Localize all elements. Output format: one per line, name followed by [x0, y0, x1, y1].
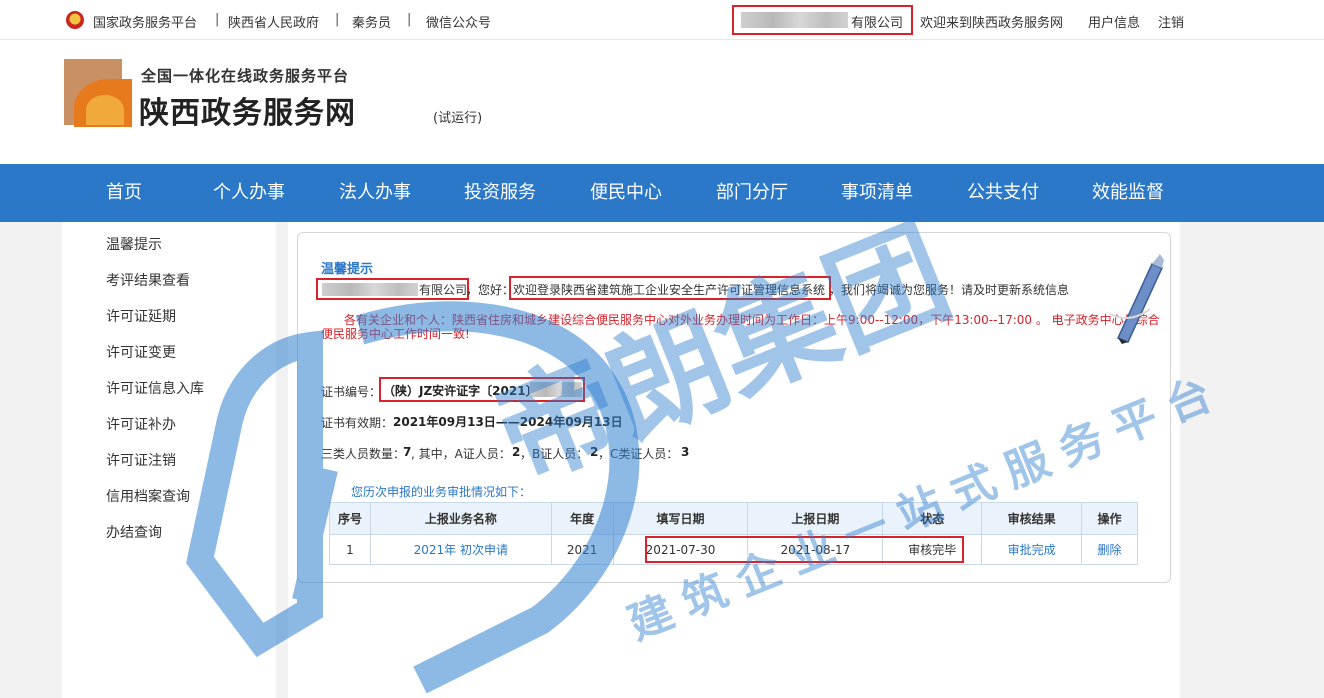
site-header: 全国一体化在线政务服务平台 陕西政务服务网 (试运行): [0, 40, 1324, 164]
company-suffix: 有限公司: [851, 16, 904, 31]
validity-label: 证书有效期：: [321, 416, 394, 430]
col-header-result: 审核结果: [981, 502, 1083, 535]
welcome-system-text: 欢迎登录陕西省建筑施工企业安全生产许可证管理信息系统: [513, 283, 826, 297]
nav-convenience[interactable]: 便民中心: [590, 164, 662, 222]
separator: |: [335, 12, 340, 27]
nav-home[interactable]: 首页: [106, 164, 142, 222]
col-header-no: 序号: [329, 502, 371, 535]
col-header-status: 状态: [882, 502, 983, 535]
greeting-tail: ，我们将竭诚为您服务！请及时更新系统信息: [829, 283, 1070, 297]
dates-status-highlight-box: [645, 536, 964, 563]
col-header-report-date: 上报日期: [747, 502, 884, 535]
sidebar-item-credit[interactable]: 信用档案查询: [106, 486, 190, 506]
col-header-fill-date: 填写日期: [612, 502, 749, 535]
history-title: 您历次申报的业务审批情况如下：: [351, 485, 532, 499]
sidebar-item-change[interactable]: 许可证变更: [106, 342, 176, 362]
company-suffix: 有限公司: [419, 283, 468, 297]
cell-result-link[interactable]: 审批完成: [981, 534, 1083, 565]
sidebar-item-completed[interactable]: 办结查询: [106, 522, 162, 542]
col-header-name: 上报业务名称: [369, 502, 552, 535]
qinwuyuan-link[interactable]: 秦务员: [352, 12, 391, 31]
provincial-gov-link[interactable]: 陕西省人民政府: [228, 12, 319, 31]
sidebar-item-extension[interactable]: 许可证延期: [106, 306, 176, 326]
sidebar-item-info-entry[interactable]: 许可证信息入库: [106, 378, 204, 398]
staff-label: 三类人员数量：: [321, 447, 406, 461]
sidebar-item-reissue[interactable]: 许可证补办: [106, 414, 176, 434]
redacted-company-name: [322, 283, 418, 296]
staff-c-count: 3: [681, 445, 690, 459]
site-subtitle: 全国一体化在线政务服务平台: [141, 67, 350, 85]
col-header-action: 操作: [1081, 502, 1138, 535]
cert-no-value: （陕）JZ安许证字〔2021〕: [383, 384, 538, 398]
staff-mid: , 其中，A证人员：: [411, 447, 511, 461]
cert-no-label: 证书编号：: [321, 385, 382, 399]
user-info-link[interactable]: 用户信息: [1088, 12, 1140, 31]
nav-payment[interactable]: 公共支付: [967, 164, 1039, 222]
separator: |: [407, 12, 412, 27]
main-nav: 首页 个人办事 法人办事 投资服务 便民中心 部门分厅 事项清单 公共支付 效能…: [0, 164, 1324, 222]
tip-title: 温馨提示: [321, 262, 374, 277]
hello-text: ，您好：: [466, 283, 515, 297]
sidebar-item-evaluation[interactable]: 考评结果查看: [106, 270, 190, 290]
logout-link[interactable]: 注销: [1158, 12, 1184, 31]
redacted-company-name: [741, 12, 848, 28]
staff-c-label: ，C类证人员：: [598, 447, 679, 461]
redacted-cert-number: [530, 382, 582, 397]
national-platform-link[interactable]: 国家政务服务平台: [93, 12, 197, 31]
site-title[interactable]: 陕西政务服务网: [139, 88, 356, 132]
nav-legal-person[interactable]: 法人办事: [339, 164, 411, 222]
welcome-text: 欢迎来到陕西政务服务网: [920, 16, 1064, 31]
sidebar-item-tips[interactable]: 温馨提示: [106, 234, 162, 254]
sidebar-item-cancel[interactable]: 许可证注销: [106, 450, 176, 470]
nav-supervision[interactable]: 效能监督: [1092, 164, 1164, 222]
notice-line-2: 便民服务中心工作时间一致!: [321, 327, 470, 341]
cell-year: 2021: [550, 534, 614, 565]
nav-departments[interactable]: 部门分厅: [716, 164, 788, 222]
sidebar: 温馨提示 考评结果查看 许可证延期 许可证变更 许可证信息入库 许可证补办 许可…: [62, 222, 276, 698]
top-bar: 国家政务服务平台 | 陕西省人民政府 | 秦务员 | 微信公众号 有限公司 欢迎…: [0, 0, 1324, 40]
validity-value: 2021年09月13日——2024年09月13日: [393, 415, 623, 429]
wechat-link[interactable]: 微信公众号: [426, 12, 491, 31]
cell-business-name-link[interactable]: 2021年 初次申请: [369, 534, 552, 565]
nav-item-list[interactable]: 事项清单: [841, 164, 913, 222]
nav-personal[interactable]: 个人办事: [213, 164, 285, 222]
trial-label: (试运行): [433, 111, 483, 126]
national-emblem-icon: [66, 11, 84, 29]
separator: |: [215, 12, 220, 27]
cell-no: 1: [329, 534, 371, 565]
staff-b-label: ，B证人员：: [520, 447, 589, 461]
col-header-year: 年度: [550, 502, 614, 535]
pen-decoration-icon: [1110, 254, 1164, 344]
site-logo[interactable]: [64, 59, 132, 127]
table-header-row: 序号 上报业务名称 年度 填写日期 上报日期 状态 审核结果 操作: [329, 502, 1138, 535]
nav-investment[interactable]: 投资服务: [464, 164, 536, 222]
delete-link[interactable]: 删除: [1081, 534, 1138, 565]
